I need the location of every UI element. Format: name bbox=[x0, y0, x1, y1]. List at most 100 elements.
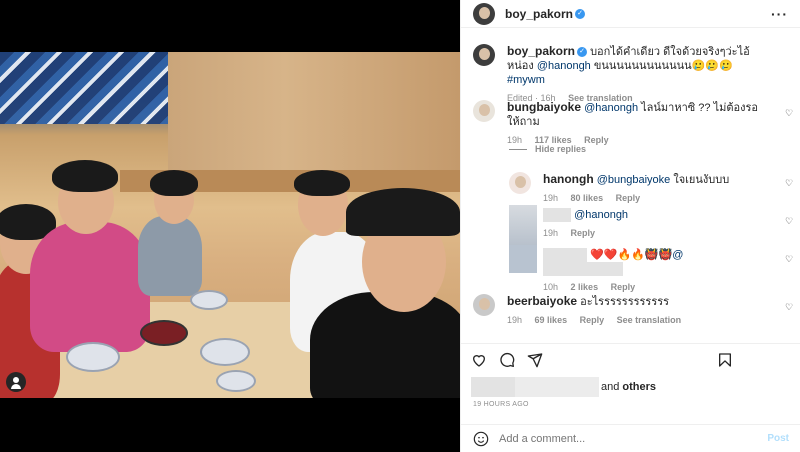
comment-time: 19h bbox=[507, 315, 523, 325]
emoji-icon[interactable] bbox=[473, 431, 489, 447]
person-cap-selfie bbox=[310, 292, 460, 398]
commenter-avatar[interactable] bbox=[509, 172, 531, 194]
likes-summary[interactable]: and others bbox=[471, 377, 656, 397]
post-comment-button[interactable]: Post bbox=[767, 433, 789, 444]
likes-others[interactable]: others bbox=[622, 381, 656, 393]
caption: boy_pakorn ✓ บอกได้คำเดียว ดีใจด้วยจริงๆว… bbox=[473, 44, 767, 103]
action-bar bbox=[461, 343, 800, 373]
comment-icon[interactable] bbox=[499, 352, 515, 368]
heart-icon[interactable]: ♡ bbox=[785, 108, 793, 118]
share-icon[interactable] bbox=[527, 352, 543, 368]
comment-likes[interactable]: 80 likes bbox=[571, 193, 604, 203]
comment-time: 10h bbox=[543, 282, 559, 293]
user-tag-icon[interactable] bbox=[6, 372, 26, 392]
person-cap-hat bbox=[346, 188, 460, 236]
reply-button[interactable]: Reply bbox=[580, 315, 605, 325]
comment-time: 19h bbox=[543, 228, 559, 239]
heart-icon[interactable]: ♡ bbox=[785, 216, 793, 226]
comment: bungbaiyoke @hanongh ไลน์มาหาซิ ?? ไม่ต้… bbox=[473, 100, 767, 145]
caption-mention[interactable]: @hanongh bbox=[537, 60, 591, 72]
author-avatar[interactable] bbox=[473, 2, 495, 25]
comment-text: hanongh @bungbaiyoke ใจเยนงับบบ bbox=[543, 172, 763, 187]
heart-icon[interactable]: ♡ bbox=[785, 254, 793, 264]
author-username[interactable]: boy_pakorn bbox=[505, 7, 573, 21]
avatar-face bbox=[478, 104, 490, 117]
likes-and: and bbox=[601, 381, 620, 393]
comment-mention[interactable]: @bungbaiyoke bbox=[597, 174, 671, 186]
comments-list: boy_pakorn ✓ บอกได้คำเดียว ดีใจด้วยจริงๆว… bbox=[461, 40, 800, 340]
plate bbox=[200, 338, 250, 366]
caption-hashtag[interactable]: #mywm bbox=[507, 74, 545, 86]
more-options-icon[interactable]: ··· bbox=[771, 6, 788, 22]
comment-username[interactable]: beerbaiyoke bbox=[507, 294, 577, 308]
see-translation-link[interactable]: See translation bbox=[617, 315, 682, 325]
comment-body: ใจเยนงับบบ bbox=[673, 174, 730, 186]
comment-username[interactable]: bungbaiyoke bbox=[507, 100, 581, 114]
redacted-liker-avatars bbox=[471, 377, 515, 397]
post-media bbox=[0, 0, 460, 452]
comment-text: @hanongh bbox=[543, 208, 743, 223]
person-girl-hair bbox=[150, 170, 198, 196]
reply-button[interactable]: Reply bbox=[571, 228, 596, 238]
avatar-face bbox=[478, 6, 490, 19]
redacted-username bbox=[543, 208, 571, 223]
author-avatar[interactable] bbox=[473, 44, 495, 66]
comment-mention[interactable]: @ bbox=[672, 249, 683, 261]
comment-text: bungbaiyoke @hanongh ไลน์มาหาซิ ?? ไม่ต้… bbox=[507, 100, 767, 129]
comment-input[interactable] bbox=[499, 432, 768, 445]
heart-icon[interactable] bbox=[471, 352, 487, 368]
person-pink-hair bbox=[52, 160, 118, 192]
commenter-avatar[interactable] bbox=[473, 100, 495, 122]
reply-button[interactable]: Reply bbox=[616, 193, 641, 203]
save-icon[interactable] bbox=[717, 352, 733, 368]
comment-meta: 19h 80 likes Reply bbox=[543, 193, 763, 203]
avatar-face bbox=[478, 298, 490, 311]
plate bbox=[140, 320, 188, 346]
comment-body: ❤️❤️🔥🔥👹👹 bbox=[590, 249, 673, 261]
comment-body: อะไรรรรรรรรรรรร bbox=[580, 296, 670, 308]
wall-mural bbox=[0, 52, 168, 124]
comment-mention[interactable]: @hanongh bbox=[574, 209, 628, 221]
person-girl bbox=[138, 216, 202, 296]
comment: beerbaiyoke อะไรรรรรรรรรรรร 19h 69 likes… bbox=[473, 294, 767, 325]
comment-text: beerbaiyoke อะไรรรรรรรรรรรร bbox=[507, 294, 767, 309]
redacted-avatar bbox=[509, 205, 537, 245]
comment-likes[interactable]: 69 likes bbox=[535, 315, 568, 325]
redacted-liker-name bbox=[515, 377, 599, 397]
comment-meta: 19h 69 likes Reply See translation bbox=[507, 315, 767, 325]
reply-button[interactable]: Reply bbox=[584, 135, 609, 145]
reply: hanongh @bungbaiyoke ใจเยนงับบบ 19h 80 l… bbox=[509, 172, 763, 203]
hide-replies-button[interactable]: Hide replies bbox=[509, 144, 586, 154]
redacted-username bbox=[543, 248, 587, 263]
post-side-panel: boy_pakorn ✓ ··· boy_pakorn ✓ บอกได้คำเดี… bbox=[460, 0, 800, 452]
reply-button[interactable]: Reply bbox=[611, 282, 636, 292]
comment-time: 19h bbox=[543, 193, 559, 203]
add-comment-bar: Post bbox=[461, 424, 800, 452]
plate bbox=[216, 370, 256, 392]
plate bbox=[190, 290, 228, 310]
heart-icon[interactable]: ♡ bbox=[785, 178, 793, 188]
caption-suffix: ขนนนนนนนนนนนน🥲🥲🥲 bbox=[593, 60, 733, 72]
plate bbox=[66, 342, 120, 372]
avatar-face bbox=[478, 48, 490, 61]
redacted-mention bbox=[543, 262, 623, 277]
caption-username[interactable]: boy_pakorn bbox=[507, 44, 575, 58]
verified-badge-icon: ✓ bbox=[575, 8, 586, 19]
comment-mention[interactable]: @hanongh bbox=[584, 102, 638, 114]
comment-text: ❤️❤️🔥🔥👹👹@ bbox=[543, 248, 763, 277]
post-photo[interactable] bbox=[0, 52, 460, 398]
verified-badge-icon: ✓ bbox=[577, 47, 588, 58]
commenter-avatar[interactable] bbox=[473, 294, 495, 316]
reply: @hanongh 19h Reply bbox=[543, 208, 743, 238]
caption-text: boy_pakorn ✓ บอกได้คำเดียว ดีใจด้วยจริงๆว… bbox=[507, 44, 767, 87]
redacted-avatar bbox=[509, 245, 537, 273]
comment-likes[interactable]: 2 likes bbox=[571, 282, 599, 292]
heart-icon[interactable]: ♡ bbox=[785, 302, 793, 312]
reply: ❤️❤️🔥🔥👹👹@ 10h 2 likes Reply bbox=[543, 248, 763, 292]
person-white-hair bbox=[294, 170, 350, 196]
post-header: boy_pakorn ✓ ··· bbox=[461, 0, 800, 28]
comment-username[interactable]: hanongh bbox=[543, 172, 594, 186]
comment-meta: 10h 2 likes Reply bbox=[543, 282, 763, 292]
post-timestamp: 19 HOURS AGO bbox=[473, 401, 529, 408]
wood-panel bbox=[168, 52, 460, 172]
